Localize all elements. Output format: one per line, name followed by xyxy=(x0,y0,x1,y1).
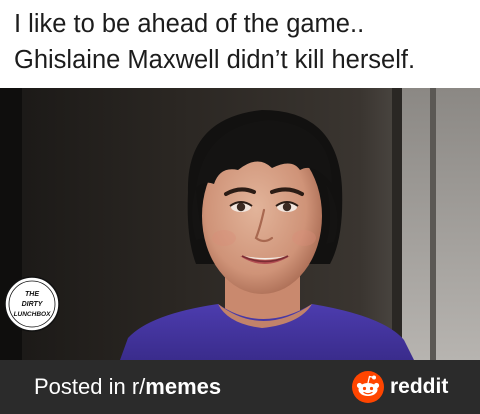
posted-in-label[interactable]: Posted in r/memes xyxy=(34,372,221,402)
caption-line-1: I like to be ahead of the game.. xyxy=(14,10,365,38)
meme-image: I like to be ahead of the game.. Ghislai… xyxy=(0,0,480,414)
reddit-footer-bar: Posted in r/memes reddit xyxy=(0,360,480,414)
meme-caption: I like to be ahead of the game.. Ghislai… xyxy=(0,0,480,88)
posted-in-prefix: Posted in r/ xyxy=(34,374,146,399)
reddit-logo[interactable]: reddit xyxy=(352,371,462,403)
watermark-line-3: LUNCHBOX xyxy=(14,311,51,318)
watermark-line-1: THE xyxy=(25,291,39,298)
dirty-lunchbox-watermark: THE DIRTY LUNCHBOX xyxy=(4,276,60,332)
reddit-wordmark: reddit xyxy=(390,375,449,398)
portrait-illustration xyxy=(0,88,480,360)
watermark-line-2: DIRTY xyxy=(22,301,44,308)
reddit-alien-icon xyxy=(352,371,384,403)
subreddit-name: memes xyxy=(145,374,222,399)
caption-line-2: Ghislaine Maxwell didn’t kill herself. xyxy=(14,46,416,74)
portrait-photo xyxy=(0,88,480,360)
